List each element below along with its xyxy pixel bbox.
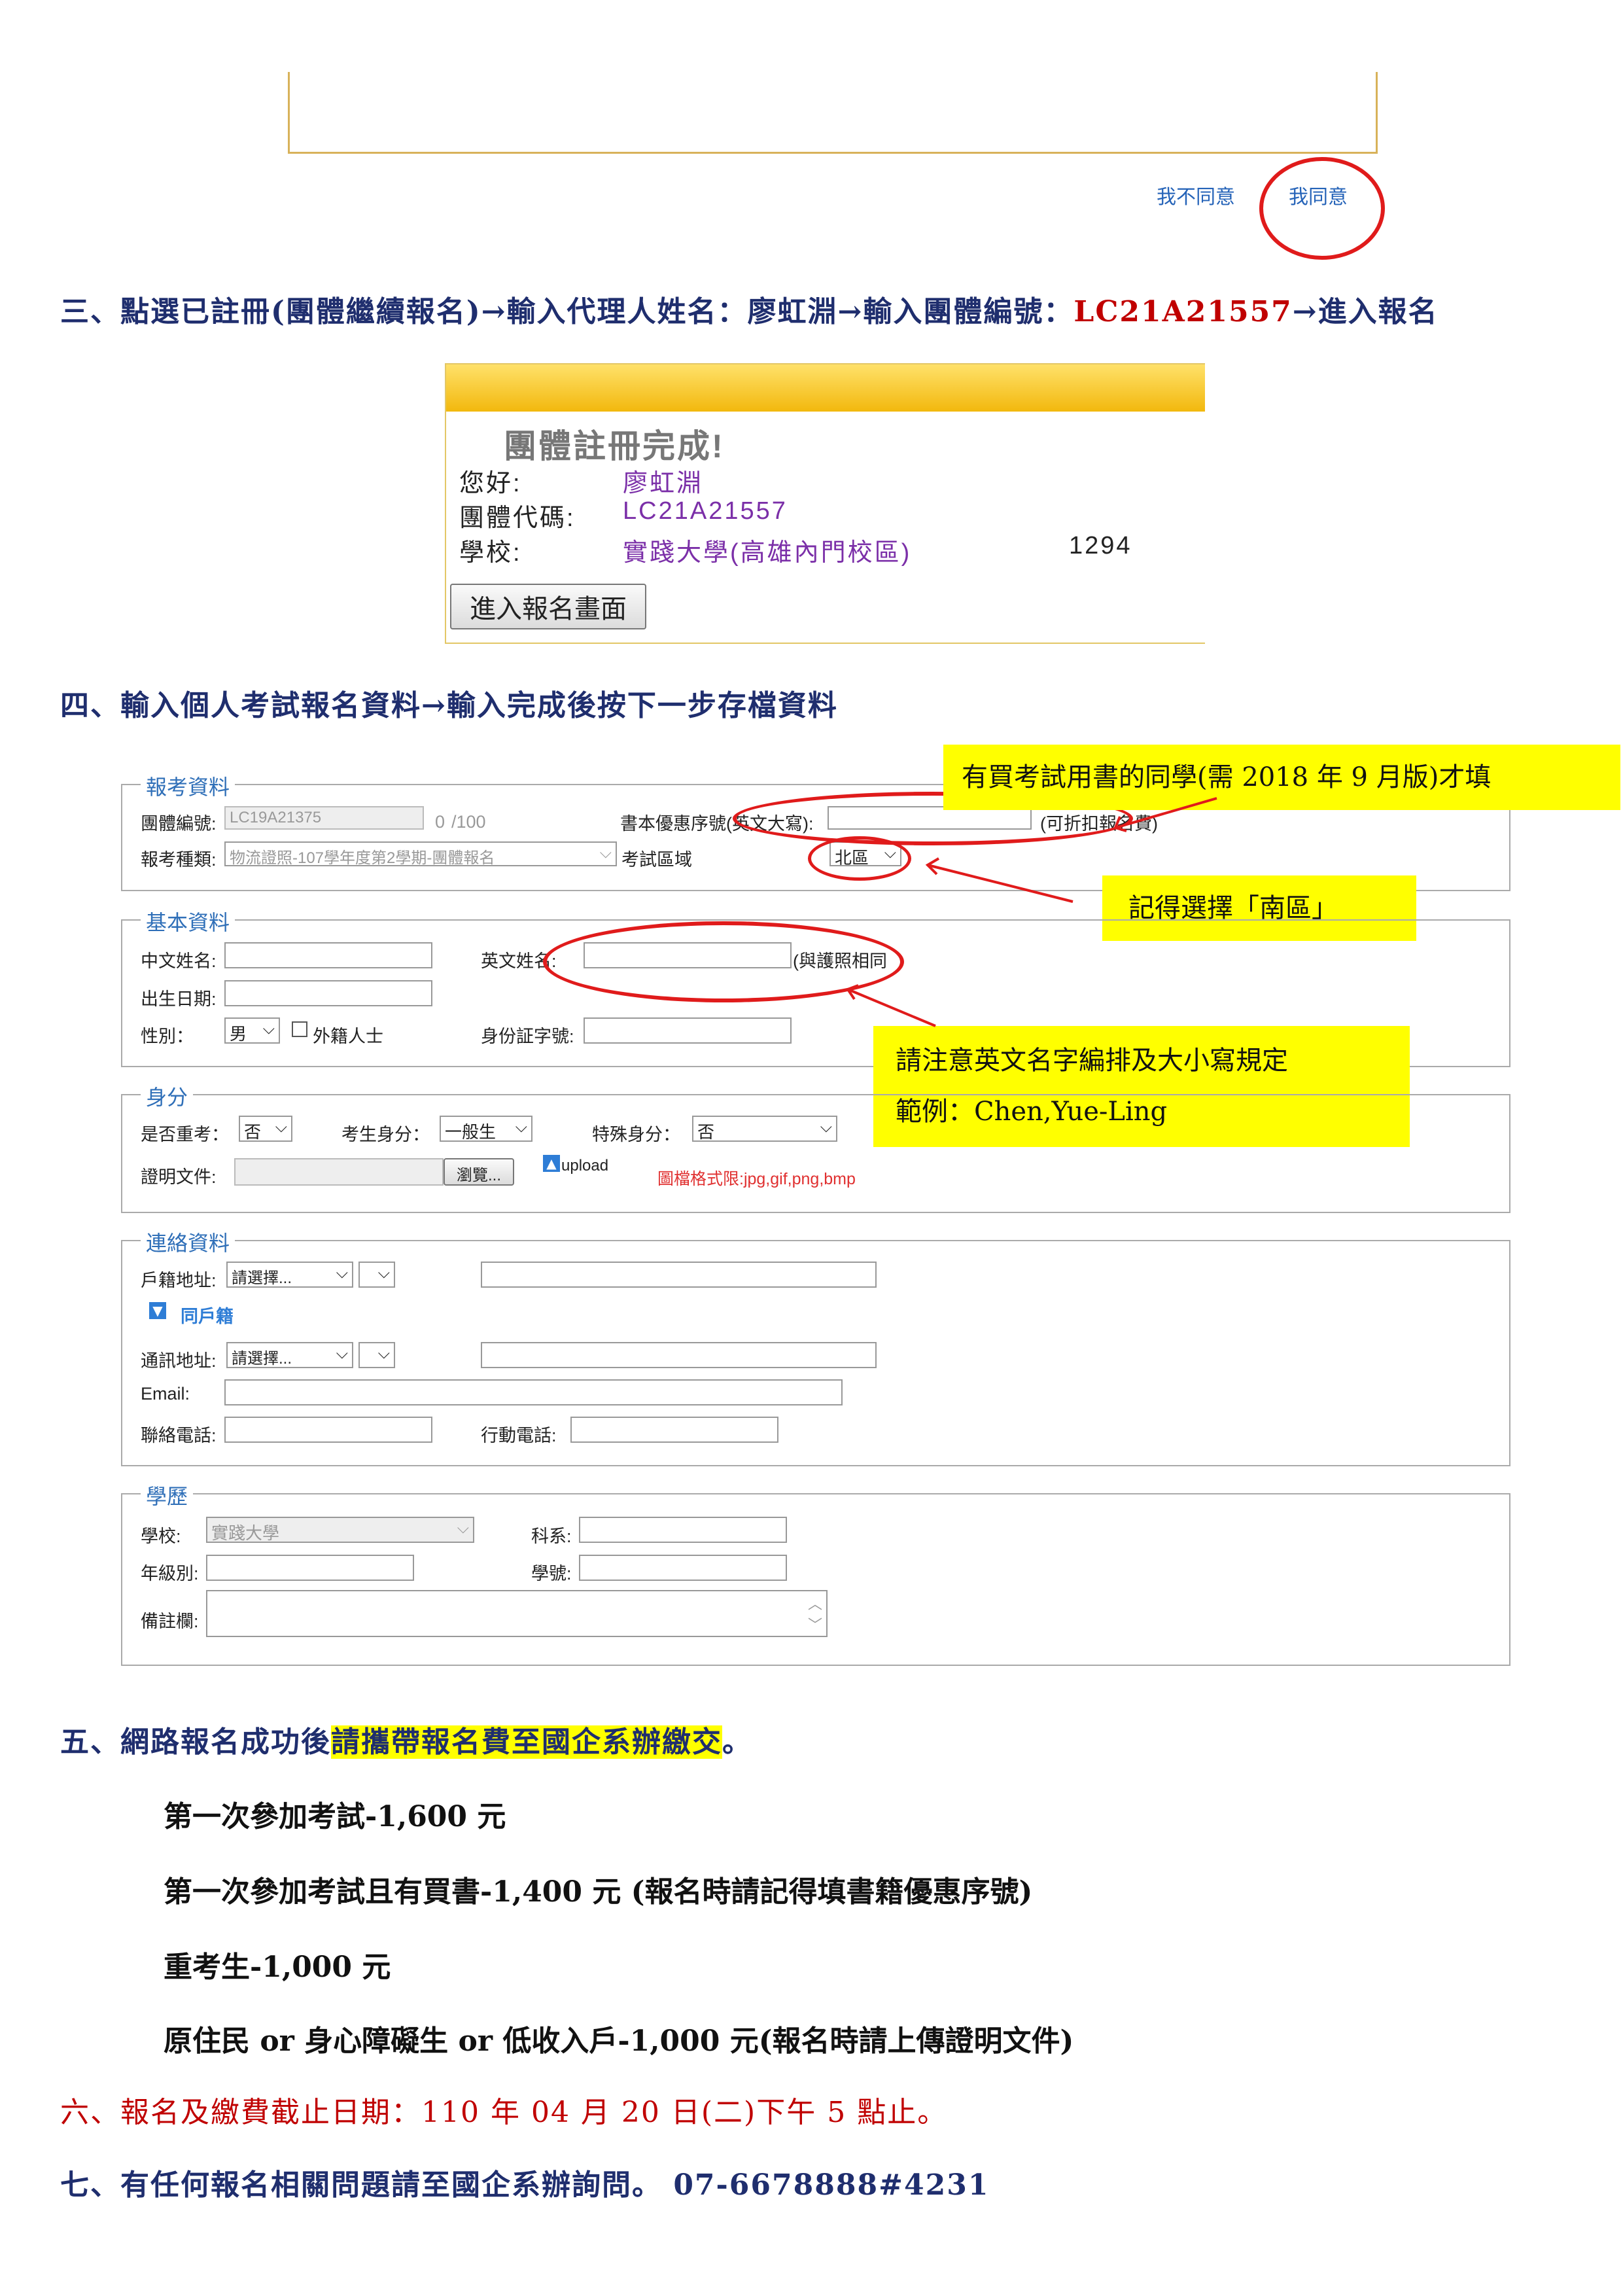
- fee-retake: 重考生-1,000 元: [164, 1951, 391, 1984]
- fee-first-time-with-book: 第一次參加考試且有買書-1,400 元 (報名時請記得填書籍優惠序號): [164, 1875, 1033, 1909]
- step6-deadline: 六、報名及繳費截止日期：110 年 04 月 20 日(二)下午 5 點止。: [60, 2096, 948, 2129]
- region-callout-arrow: [927, 864, 1073, 903]
- payment-highlight: 請攜帶報名費至國企系辦繳交: [331, 1725, 722, 1759]
- fee-special: 原住民 or 身心障礙生 or 低收入戶-1,000 元(報名時請上傳證明文件): [164, 2024, 1074, 2058]
- book-callout-arrow: [1115, 797, 1217, 829]
- step5-heading: 五、網路報名成功後請攜帶報名費至國企系辦繳交。: [60, 1725, 752, 1759]
- fee-first-time: 第一次參加考試-1,600 元: [164, 1800, 506, 1833]
- step7-contact: 七、有任何報名相關問題請至國企系辦詢問。 07-6678888#4231: [60, 2168, 990, 2202]
- english-callout-arrow: [847, 988, 936, 1027]
